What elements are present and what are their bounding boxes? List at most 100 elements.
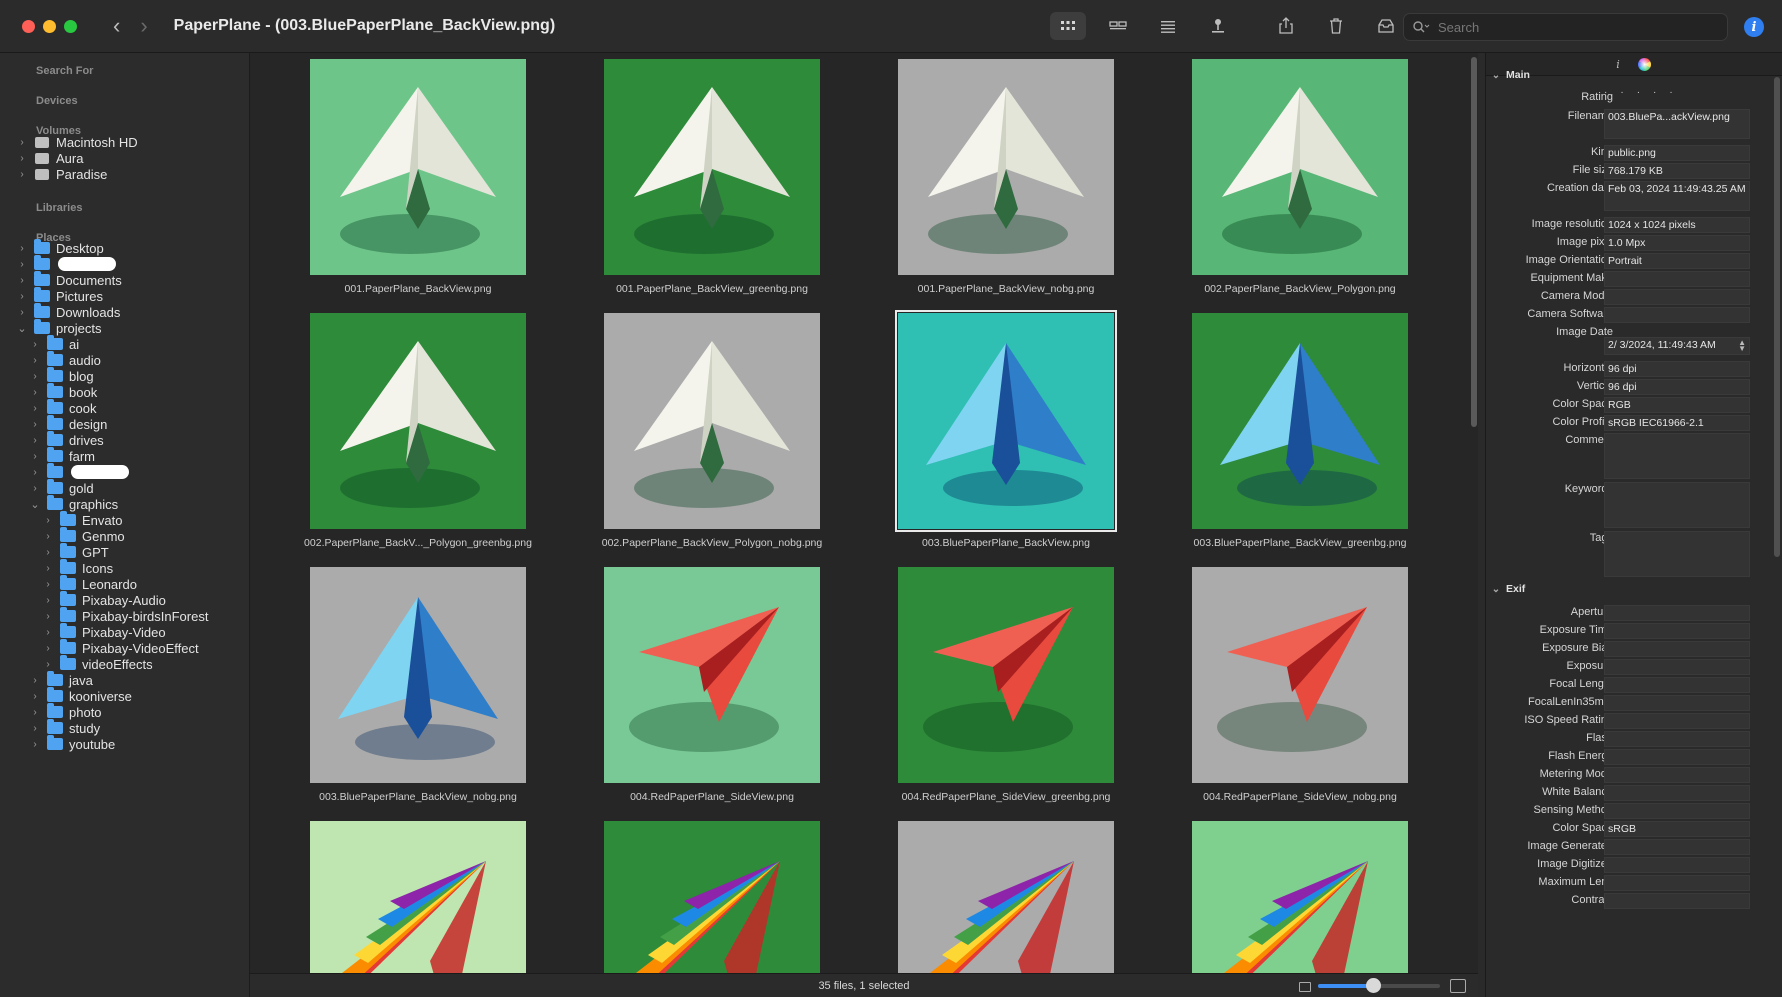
search-field[interactable] (1403, 13, 1728, 41)
field-value[interactable] (1604, 749, 1750, 765)
field-value[interactable] (1604, 695, 1750, 711)
chevron-right-icon[interactable]: › (16, 259, 28, 270)
archive-button[interactable] (1368, 12, 1404, 40)
chevron-right-icon[interactable]: › (29, 739, 41, 750)
thumbnail-item[interactable] (1192, 821, 1408, 973)
field-value[interactable]: sRGB IEC61966-2.1 (1604, 415, 1750, 431)
field-value[interactable] (1604, 623, 1750, 639)
chevron-right-icon[interactable]: › (16, 291, 28, 302)
field-value[interactable]: 003.BluePa...ackView.png (1604, 109, 1750, 139)
field-value[interactable]: RGB (1604, 397, 1750, 413)
field-value[interactable] (1604, 803, 1750, 819)
field-value[interactable]: 1.0 Mpx (1604, 235, 1750, 251)
chevron-right-icon[interactable]: › (29, 387, 41, 398)
rating-star[interactable]: · (1620, 87, 1623, 98)
list-view-button[interactable] (1150, 12, 1186, 40)
exif-group-header[interactable]: ⌄ Exif (1490, 583, 1525, 595)
rating-star[interactable]: · (1653, 87, 1656, 98)
field-value[interactable] (1604, 289, 1750, 305)
field-value[interactable] (1604, 271, 1750, 287)
field-value[interactable]: 768.179 KB (1604, 163, 1750, 179)
chevron-right-icon[interactable]: › (16, 275, 28, 286)
thumbnail-item[interactable] (604, 59, 820, 275)
field-value[interactable]: sRGB (1604, 821, 1750, 837)
chevron-right-icon[interactable]: › (29, 707, 41, 718)
tab-color[interactable] (1632, 53, 1656, 75)
field-value[interactable] (1604, 307, 1750, 323)
chevron-right-icon[interactable]: › (42, 531, 54, 542)
field-value[interactable] (1604, 713, 1750, 729)
main-group-header[interactable]: ⌄ Main (1490, 69, 1530, 81)
sidebar-project-item[interactable]: › youtube (29, 735, 115, 753)
field-value[interactable] (1604, 482, 1750, 528)
sidebar-volume-item[interactable]: › Paradise (16, 165, 107, 183)
field-value[interactable] (1604, 893, 1750, 909)
chevron-right-icon[interactable]: › (29, 371, 41, 382)
chevron-right-icon[interactable]: › (29, 355, 41, 366)
grid-scrollbar[interactable] (1471, 57, 1477, 427)
back-button[interactable]: ‹ (113, 15, 120, 37)
chevron-right-icon[interactable]: › (29, 339, 41, 350)
chevron-right-icon[interactable]: › (42, 547, 54, 558)
chevron-right-icon[interactable]: › (42, 515, 54, 526)
field-value[interactable] (1604, 433, 1750, 479)
rating-star[interactable]: · (1669, 87, 1672, 98)
field-value[interactable] (1604, 605, 1750, 621)
thumbnail-size-slider[interactable] (1318, 978, 1440, 993)
thumbnail-item[interactable] (898, 567, 1114, 783)
field-value[interactable]: public.png (1604, 145, 1750, 161)
gallery-view-button[interactable] (1100, 12, 1136, 40)
chevron-right-icon[interactable]: › (42, 659, 54, 670)
chevron-down-icon[interactable]: ⌄ (16, 322, 28, 335)
field-value[interactable]: 1024 x 1024 pixels (1604, 217, 1750, 233)
chevron-right-icon[interactable]: › (16, 153, 28, 164)
image-date-picker[interactable]: 2/ 3/2024, 11:49:43 AM ▲ ▼ (1604, 337, 1750, 355)
date-stepper-icon[interactable]: ▲ ▼ (1738, 339, 1746, 353)
chevron-right-icon[interactable]: › (29, 691, 41, 702)
chevron-right-icon[interactable]: › (29, 675, 41, 686)
inspector-scrollbar[interactable] (1774, 77, 1780, 557)
field-value[interactable] (1604, 785, 1750, 801)
minimize-window-button[interactable] (43, 19, 56, 33)
grid-view-button[interactable] (1050, 12, 1086, 40)
thumbnail-item[interactable] (310, 313, 526, 529)
thumbnail-item[interactable] (310, 821, 526, 973)
chevron-right-icon[interactable]: › (42, 563, 54, 574)
chevron-right-icon[interactable]: › (42, 643, 54, 654)
chevron-right-icon[interactable]: › (29, 435, 41, 446)
chevron-right-icon[interactable]: › (29, 483, 41, 494)
thumbnail-item[interactable] (895, 310, 1117, 532)
thumbnail-item[interactable] (310, 59, 526, 275)
chevron-right-icon[interactable]: › (29, 467, 41, 478)
field-value[interactable] (1604, 641, 1750, 657)
thumbnail-item[interactable] (898, 821, 1114, 973)
field-value[interactable] (1604, 677, 1750, 693)
import-button[interactable] (1200, 12, 1236, 40)
chevron-right-icon[interactable]: › (29, 451, 41, 462)
chevron-right-icon[interactable]: › (29, 419, 41, 430)
thumbnail-item[interactable] (604, 821, 820, 973)
field-value[interactable] (1604, 731, 1750, 747)
field-value[interactable]: Feb 03, 2024 11:49:43.25 AM (1604, 181, 1750, 211)
field-value[interactable] (1604, 839, 1750, 855)
thumbnail-item[interactable] (898, 59, 1114, 275)
share-button[interactable] (1268, 12, 1304, 40)
chevron-right-icon[interactable]: › (16, 243, 28, 254)
field-value[interactable]: Portrait (1604, 253, 1750, 269)
search-input[interactable] (1436, 18, 1720, 36)
chevron-right-icon[interactable]: › (29, 403, 41, 414)
rating-star[interactable]: · (1604, 87, 1607, 98)
info-button[interactable]: i (1744, 17, 1764, 37)
trash-button[interactable] (1318, 12, 1354, 40)
field-value[interactable] (1604, 659, 1750, 675)
zoom-window-button[interactable] (64, 19, 77, 33)
thumbnail-item[interactable] (1192, 567, 1408, 783)
slider-knob[interactable] (1365, 978, 1381, 993)
thumbnail-item[interactable] (310, 567, 526, 783)
chevron-right-icon[interactable]: › (42, 579, 54, 590)
field-value[interactable]: 96 dpi (1604, 361, 1750, 377)
tab-info[interactable]: i (1606, 53, 1630, 75)
field-value[interactable] (1604, 531, 1750, 577)
field-value[interactable] (1604, 875, 1750, 891)
thumbnail-item[interactable] (604, 313, 820, 529)
